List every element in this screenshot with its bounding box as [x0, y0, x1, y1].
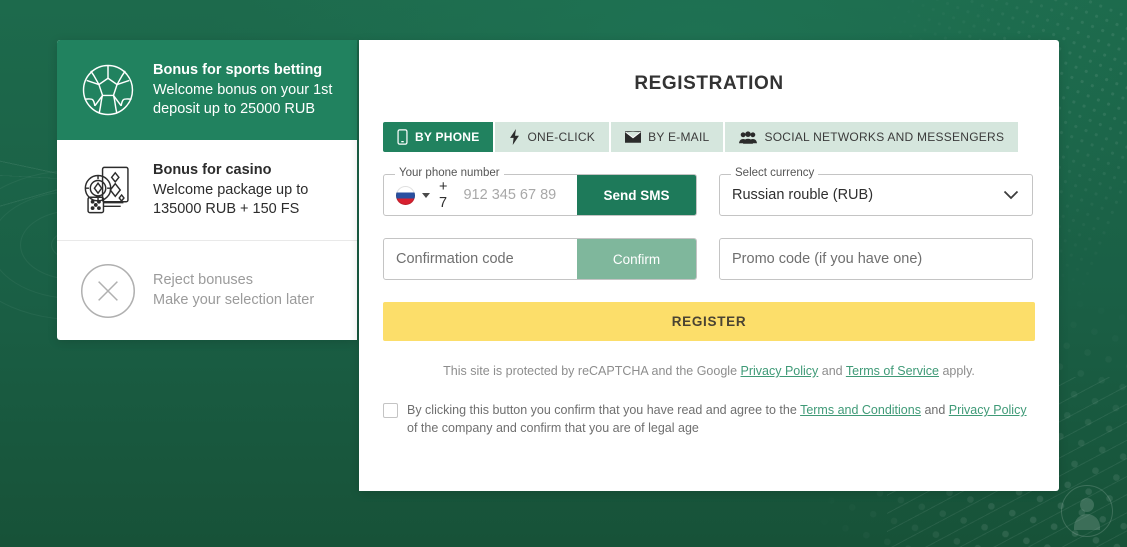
confirmation-code-field: Confirm	[383, 238, 697, 280]
bonus-option-reject[interactable]: Reject bonuses Make your selection later	[57, 240, 357, 340]
registration-method-tabs: BY PHONE ONE-CLICK BY E-MAIL	[383, 122, 1035, 152]
bonus-selection-panel: Bonus for sports betting Welcome bonus o…	[57, 40, 357, 340]
page-title: REGISTRATION	[383, 40, 1035, 95]
chevron-down-icon[interactable]	[1003, 190, 1019, 200]
consent-row: By clicking this button you confirm that…	[383, 402, 1035, 438]
confirm-button[interactable]: Confirm	[577, 239, 696, 279]
consent-middle: and	[921, 403, 949, 417]
privacy-policy-link[interactable]: Privacy Policy	[949, 403, 1027, 417]
phone-icon	[397, 129, 408, 145]
confirmation-code-input[interactable]	[384, 251, 577, 267]
bonus-option-title: Reject bonuses	[153, 271, 339, 291]
bonus-option-text: Bonus for casino Welcome package up to 1…	[153, 161, 339, 219]
register-button[interactable]: REGISTER	[383, 302, 1035, 341]
tab-label: BY PHONE	[415, 130, 479, 144]
tab-label: ONE-CLICK	[527, 130, 595, 144]
google-privacy-policy-link[interactable]: Privacy Policy	[741, 364, 819, 378]
consent-text: By clicking this button you confirm that…	[407, 402, 1035, 438]
consent-checkbox[interactable]	[383, 403, 398, 418]
recaptcha-notice: This site is protected by reCAPTCHA and …	[383, 364, 1035, 378]
currency-field-group: Select currency Russian rouble (RUB)	[719, 174, 1033, 216]
recaptcha-suffix: apply.	[939, 364, 975, 378]
currency-selected-value: Russian rouble (RUB)	[732, 187, 873, 203]
phone-field-label: Your phone number	[395, 168, 504, 180]
currency-field-label: Select currency	[731, 168, 818, 180]
bonus-option-subtitle: Welcome bonus on your 1st deposit up to …	[153, 81, 339, 119]
bonus-option-subtitle: Welcome package up to 135000 RUB + 150 F…	[153, 181, 339, 219]
bonus-option-title: Bonus for casino	[153, 161, 339, 181]
bonus-option-sports-betting[interactable]: Bonus for sports betting Welcome bonus o…	[57, 40, 357, 140]
dial-code: + 7	[439, 179, 451, 211]
consent-suffix: of the company and confirm that you are …	[407, 421, 699, 435]
tab-label: SOCIAL NETWORKS AND MESSENGERS	[764, 130, 1004, 144]
recaptcha-middle: and	[818, 364, 846, 378]
promo-code-input[interactable]	[720, 251, 1032, 267]
support-chat-button[interactable]	[1061, 485, 1113, 537]
phone-currency-row: Your phone number + 7 Send SMS Select cu…	[383, 174, 1035, 216]
bonus-option-subtitle: Make your selection later	[153, 291, 339, 310]
people-group-icon	[739, 131, 757, 144]
promo-field-group	[719, 238, 1033, 280]
consent-prefix: By clicking this button you confirm that…	[407, 403, 800, 417]
envelope-icon	[625, 131, 641, 143]
country-chevron-down-icon[interactable]	[422, 193, 430, 198]
bonus-option-text: Reject bonuses Make your selection later	[153, 271, 339, 310]
registration-page: Bonus for sports betting Welcome bonus o…	[0, 0, 1127, 547]
send-sms-button[interactable]: Send SMS	[577, 175, 696, 215]
tab-by-email[interactable]: BY E-MAIL	[611, 122, 725, 152]
lightning-bolt-icon	[509, 129, 520, 145]
support-person-head-icon	[1080, 498, 1094, 512]
bonus-option-casino[interactable]: Bonus for casino Welcome package up to 1…	[57, 140, 357, 240]
confirmation-promo-row: Confirm	[383, 238, 1035, 280]
tab-by-phone[interactable]: BY PHONE	[383, 122, 495, 152]
phone-field-group: Your phone number + 7 Send SMS	[383, 174, 697, 216]
phone-input-area: + 7	[384, 179, 577, 211]
bonus-option-title: Bonus for sports betting	[153, 61, 339, 81]
tab-one-click[interactable]: ONE-CLICK	[495, 122, 611, 152]
google-terms-of-service-link[interactable]: Terms of Service	[846, 364, 939, 378]
russia-flag-icon	[396, 186, 415, 205]
soccer-ball-icon	[77, 59, 139, 121]
casino-chips-cards-icon	[77, 159, 139, 221]
phone-input[interactable]	[458, 187, 577, 203]
currency-select-inner: Russian rouble (RUB)	[720, 187, 1032, 203]
recaptcha-prefix: This site is protected by reCAPTCHA and …	[443, 364, 740, 378]
registration-form-card: REGISTRATION BY PHONE ONE-CLICK	[359, 40, 1059, 491]
terms-and-conditions-link[interactable]: Terms and Conditions	[800, 403, 921, 417]
currency-select[interactable]: Select currency Russian rouble (RUB)	[719, 174, 1033, 216]
support-person-body-icon	[1074, 514, 1100, 530]
bonus-option-text: Bonus for sports betting Welcome bonus o…	[153, 61, 339, 119]
tab-label: BY E-MAIL	[648, 130, 709, 144]
confirmation-field-group: Confirm	[383, 238, 697, 280]
phone-field: Your phone number + 7 Send SMS	[383, 174, 697, 216]
promo-code-field	[719, 238, 1033, 280]
tab-social-networks[interactable]: SOCIAL NETWORKS AND MESSENGERS	[725, 122, 1018, 152]
circle-x-icon	[77, 260, 139, 322]
